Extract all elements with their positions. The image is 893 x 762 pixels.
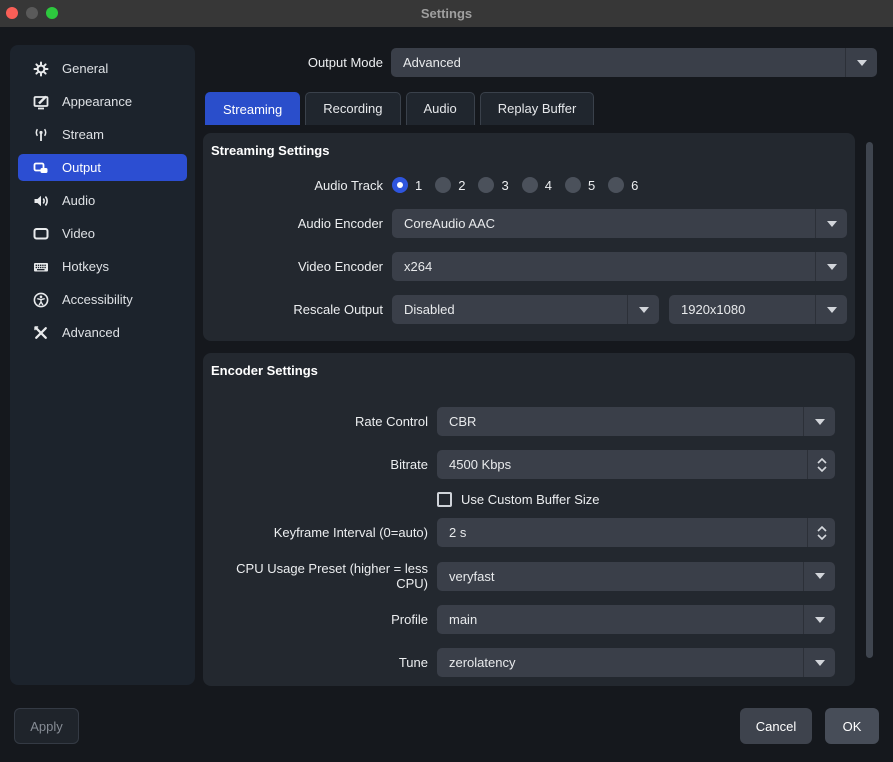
rate-control-select[interactable]: CBR — [437, 407, 835, 436]
tab-replay-buffer[interactable]: Replay Buffer — [480, 92, 595, 125]
chevron-down-icon — [803, 562, 835, 591]
appearance-icon — [32, 93, 49, 110]
profile-select[interactable]: main — [437, 605, 835, 634]
radio-icon — [522, 177, 538, 193]
sidebar-item-audio[interactable]: Audio — [18, 187, 187, 214]
chevron-down-icon — [815, 252, 847, 281]
audio-track-option-2[interactable]: 2 — [435, 177, 465, 193]
rescale-output-select[interactable]: Disabled — [392, 295, 659, 324]
audio-track-option-3[interactable]: 3 — [478, 177, 508, 193]
audio-track-label: Audio Track — [203, 178, 392, 193]
audio-encoder-label: Audio Encoder — [203, 216, 392, 231]
tune-select[interactable]: zerolatency — [437, 648, 835, 677]
encoder-settings-section: Encoder Settings Rate Control CBR Bitrat… — [203, 353, 855, 686]
audio-track-option-1[interactable]: 1 — [392, 177, 422, 193]
rate-control-label: Rate Control — [203, 414, 437, 429]
ok-button[interactable]: OK — [825, 708, 879, 744]
audio-track-option-4[interactable]: 4 — [522, 177, 552, 193]
stepper-icons[interactable] — [807, 450, 835, 479]
video-encoder-select[interactable]: x264 — [392, 252, 847, 281]
sidebar-item-advanced[interactable]: Advanced — [18, 319, 187, 346]
section-title: Streaming Settings — [211, 143, 855, 159]
apply-button[interactable]: Apply — [14, 708, 79, 744]
bitrate-label: Bitrate — [203, 457, 437, 472]
keyboard-icon — [32, 258, 49, 275]
radio-icon — [565, 177, 581, 193]
zoom-window-icon[interactable] — [46, 7, 58, 19]
tab-audio[interactable]: Audio — [406, 92, 475, 125]
sidebar-item-stream[interactable]: Stream — [18, 121, 187, 148]
sidebar-item-label: Hotkeys — [62, 259, 109, 274]
display-icon — [32, 225, 49, 242]
cpu-usage-preset-select[interactable]: veryfast — [437, 562, 835, 591]
video-encoder-label: Video Encoder — [203, 259, 392, 274]
window-title: Settings — [0, 6, 893, 21]
tab-recording[interactable]: Recording — [305, 92, 400, 125]
sidebar-item-video[interactable]: Video — [18, 220, 187, 247]
tools-icon — [32, 324, 49, 341]
sidebar-item-label: Appearance — [62, 94, 132, 109]
minimize-window-icon — [26, 7, 38, 19]
audio-track-option-6[interactable]: 6 — [608, 177, 638, 193]
sidebar-item-accessibility[interactable]: Accessibility — [18, 286, 187, 313]
accessibility-icon — [32, 291, 49, 308]
cancel-button[interactable]: Cancel — [740, 708, 812, 744]
sidebar-item-label: General — [62, 61, 108, 76]
sidebar-item-label: Stream — [62, 127, 104, 142]
tune-label: Tune — [203, 655, 437, 670]
output-mode-row: Output Mode Advanced — [205, 48, 877, 77]
radio-icon — [608, 177, 624, 193]
radio-icon — [435, 177, 451, 193]
chevron-down-icon — [815, 295, 847, 324]
chevron-down-icon — [845, 48, 877, 77]
chevron-down-icon — [815, 209, 847, 238]
sidebar-item-label: Accessibility — [62, 292, 133, 307]
radio-icon — [478, 177, 494, 193]
bitrate-spinbox[interactable]: 4500 Kbps — [437, 450, 835, 479]
settings-window: Settings General Appearance Stream — [0, 0, 893, 762]
audio-track-option-5[interactable]: 5 — [565, 177, 595, 193]
chevron-down-icon — [803, 648, 835, 677]
output-mode-value: Advanced — [391, 55, 845, 70]
stepper-icons[interactable] — [807, 518, 835, 547]
antenna-icon — [32, 126, 49, 143]
section-title: Encoder Settings — [211, 363, 855, 379]
cpu-usage-preset-label: CPU Usage Preset (higher = less CPU) — [203, 561, 437, 591]
output-icon — [32, 159, 49, 176]
close-window-icon[interactable] — [6, 7, 18, 19]
sidebar-item-label: Advanced — [62, 325, 120, 340]
sidebar-item-label: Output — [62, 160, 101, 175]
gear-icon — [32, 60, 49, 77]
settings-sidebar: General Appearance Stream Output Audio — [10, 45, 195, 685]
output-tabs: Streaming Recording Audio Replay Buffer — [205, 92, 594, 125]
keyframe-interval-label: Keyframe Interval (0=auto) — [203, 525, 437, 540]
sidebar-item-general[interactable]: General — [18, 55, 187, 82]
streaming-settings-section: Streaming Settings Audio Track 1 2 3 4 5… — [203, 133, 855, 341]
sidebar-item-appearance[interactable]: Appearance — [18, 88, 187, 115]
vertical-scrollbar[interactable] — [866, 142, 873, 658]
rescale-output-label: Rescale Output — [203, 302, 392, 317]
speaker-icon — [32, 192, 49, 209]
output-mode-select[interactable]: Advanced — [391, 48, 877, 77]
sidebar-item-label: Audio — [62, 193, 95, 208]
chevron-down-icon — [627, 295, 659, 324]
keyframe-interval-spinbox[interactable]: 2 s — [437, 518, 835, 547]
output-mode-label: Output Mode — [205, 55, 391, 70]
checkbox-unchecked-icon[interactable] — [437, 492, 452, 507]
audio-track-radio-group: 1 2 3 4 5 6 — [392, 177, 847, 193]
sidebar-item-label: Video — [62, 226, 95, 241]
title-bar: Settings — [0, 0, 893, 27]
profile-label: Profile — [203, 612, 437, 627]
radio-checked-icon — [392, 177, 408, 193]
use-custom-buffer-row[interactable]: Use Custom Buffer Size — [437, 490, 855, 508]
tab-streaming[interactable]: Streaming — [205, 92, 300, 125]
audio-encoder-select[interactable]: CoreAudio AAC — [392, 209, 847, 238]
sidebar-item-output[interactable]: Output — [18, 154, 187, 181]
sidebar-item-hotkeys[interactable]: Hotkeys — [18, 253, 187, 280]
chevron-down-icon — [803, 605, 835, 634]
rescale-resolution-select[interactable]: 1920x1080 — [669, 295, 847, 324]
use-custom-buffer-label: Use Custom Buffer Size — [461, 492, 599, 507]
chevron-down-icon — [803, 407, 835, 436]
